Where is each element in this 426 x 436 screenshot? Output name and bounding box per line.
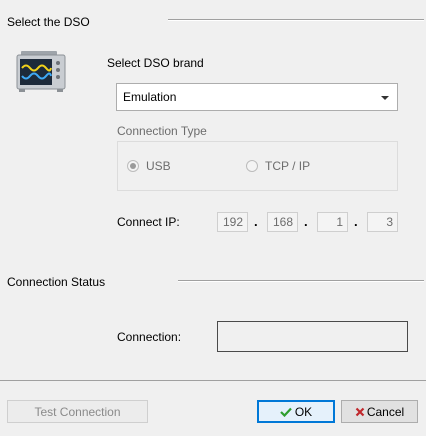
footer-separator — [0, 380, 426, 381]
cancel-label: Cancel — [366, 404, 405, 419]
separator-select-dso — [168, 19, 424, 21]
radio-usb-label: USB — [146, 159, 171, 173]
ip-octet-2[interactable]: 168 — [267, 212, 298, 232]
section-title-select-dso: Select the DSO — [7, 15, 90, 29]
ip-separator-3: . — [354, 214, 358, 229]
radio-tcpip-indicator[interactable] — [246, 160, 258, 172]
connection-label: Connection: — [117, 330, 182, 344]
section-title-connection-status: Connection Status — [7, 275, 106, 289]
separator-connection-status — [178, 280, 424, 282]
connection-type-label: Connection Type — [117, 124, 207, 138]
ip-separator-1: . — [254, 214, 258, 229]
oscilloscope-icon — [15, 49, 67, 93]
test-connection-button[interactable]: Test Connection — [7, 400, 148, 423]
connect-ip-label: Connect IP: — [117, 215, 180, 229]
ip-octet-3[interactable]: 1 — [317, 212, 348, 232]
ok-label: OK — [294, 404, 313, 419]
radio-tcpip-label: TCP / IP — [265, 159, 311, 173]
radio-tcpip[interactable]: TCP / IP — [246, 159, 310, 173]
ip-octet-4[interactable]: 3 — [367, 212, 398, 232]
ip-octet-1[interactable]: 192 — [217, 212, 248, 232]
x-icon — [355, 407, 365, 417]
test-connection-label: Test Connection — [34, 404, 121, 419]
radio-usb-indicator[interactable] — [127, 160, 139, 172]
brand-dropdown-value: Emulation — [123, 90, 177, 104]
chevron-down-icon — [381, 96, 389, 100]
ok-button[interactable]: OK — [257, 400, 335, 423]
brand-dropdown[interactable]: Emulation — [116, 83, 398, 111]
connection-status-field — [217, 321, 408, 352]
radio-usb[interactable]: USB — [127, 159, 171, 173]
cancel-button[interactable]: Cancel — [341, 400, 418, 423]
check-icon — [280, 407, 292, 417]
brand-label: Select DSO brand — [107, 56, 204, 70]
ip-separator-2: . — [304, 214, 308, 229]
